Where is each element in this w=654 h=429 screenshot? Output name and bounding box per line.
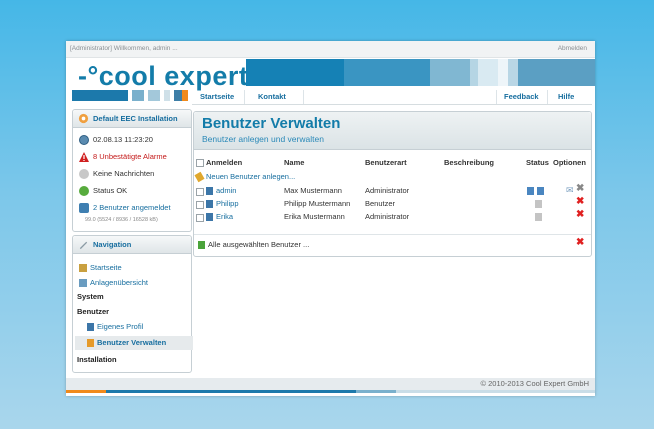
col-status: Status bbox=[526, 158, 549, 167]
navigation-panel: Navigation Startseite Anlagenübersicht S… bbox=[72, 235, 193, 373]
installation-panel: Default EEC Installation 02.08.13 11:23:… bbox=[72, 109, 192, 232]
alarms-row[interactable]: 8 Unbestätigte Alarme bbox=[79, 152, 167, 163]
messages-text: Keine Nachrichten bbox=[93, 169, 155, 178]
logo[interactable]: -°cool expert® bbox=[78, 61, 257, 92]
nav-section-benutzer[interactable]: Benutzer bbox=[77, 307, 109, 316]
copyright-text: © 2010-2013 Cool Expert GmbH bbox=[480, 379, 590, 388]
nav-link-manage-users[interactable]: Benutzer Verwalten bbox=[87, 338, 167, 348]
mail-icon[interactable]: ✉ bbox=[566, 185, 574, 196]
row-type: Administrator bbox=[365, 186, 410, 195]
status-ok-icon bbox=[79, 186, 89, 197]
delete-icon[interactable]: ✖ bbox=[576, 183, 584, 194]
users-manage-icon bbox=[87, 339, 94, 348]
table-row[interactable]: Philipp bbox=[206, 199, 239, 209]
row-login[interactable]: admin bbox=[216, 186, 236, 195]
nav-link-startseite-label: Startseite bbox=[90, 263, 122, 272]
arrow-icon bbox=[198, 241, 205, 250]
memory-text: 99.0 (5524 / 8936 / 16528 kB) bbox=[85, 217, 158, 223]
new-user-label: Neuen Benutzer anlegen... bbox=[206, 172, 296, 181]
nav-hilfe[interactable]: Hilfe bbox=[558, 92, 574, 101]
navigation-title: Navigation bbox=[93, 240, 132, 249]
nav-link-anlagenuebersicht-label: Anlagenübersicht bbox=[90, 278, 148, 287]
installation-panel-header: Default EEC Installation bbox=[73, 110, 191, 128]
logo-text: -°cool expert bbox=[78, 61, 249, 91]
nav-feedback[interactable]: Feedback bbox=[504, 92, 539, 101]
bulk-action-label: Alle ausgewählten Benutzer ... bbox=[208, 240, 310, 249]
status-offline-icon bbox=[535, 212, 545, 222]
col-benutzerart: Benutzerart bbox=[365, 158, 407, 167]
footer: © 2010-2013 Cool Expert GmbH bbox=[66, 378, 595, 390]
nav-link-profile-label: Eigenes Profil bbox=[97, 322, 144, 331]
col-beschreibung: Beschreibung bbox=[444, 158, 495, 167]
nav-section-system[interactable]: System bbox=[77, 292, 104, 301]
row-login[interactable]: Erika bbox=[216, 212, 233, 221]
bulk-delete-icon[interactable]: ✖ bbox=[576, 237, 584, 248]
top-bar: [Administrator] Willkommen, admin ... Ab… bbox=[66, 41, 595, 58]
new-user-icon bbox=[194, 171, 205, 183]
footer-stripe bbox=[66, 390, 595, 393]
navigation-panel-header: Navigation bbox=[73, 236, 191, 254]
row-name: Max Mustermann bbox=[284, 186, 342, 195]
status-offline-icon bbox=[535, 199, 545, 209]
app-window: [Administrator] Willkommen, admin ... Ab… bbox=[66, 41, 595, 396]
row-login[interactable]: Philipp bbox=[216, 199, 239, 208]
nav-link-manage-users-label: Benutzer Verwalten bbox=[97, 338, 167, 347]
status-online-icon bbox=[527, 186, 547, 196]
pencil-icon bbox=[79, 241, 88, 250]
page-subtitle: Benutzer anlegen und verwalten bbox=[202, 134, 324, 144]
col-name: Name bbox=[284, 158, 305, 167]
welcome-text: [Administrator] Willkommen, admin ... bbox=[70, 45, 178, 52]
status-row: Status OK bbox=[79, 186, 128, 197]
main-header: Benutzer Verwalten Benutzer anlegen und … bbox=[194, 112, 591, 150]
nav-startseite[interactable]: Startseite bbox=[200, 92, 234, 101]
new-user-link[interactable]: Neuen Benutzer anlegen... bbox=[194, 171, 296, 183]
nav-link-startseite[interactable]: Startseite bbox=[79, 263, 122, 273]
status-text: Status OK bbox=[93, 186, 128, 195]
main-panel: Benutzer Verwalten Benutzer anlegen und … bbox=[193, 111, 592, 257]
row-checkbox[interactable] bbox=[196, 214, 204, 222]
top-navigation: Startseite Kontakt Feedback Hilfe bbox=[192, 90, 592, 105]
table-row[interactable]: Erika bbox=[206, 212, 233, 222]
datetime-text: 02.08.13 11:23:20 bbox=[93, 135, 153, 144]
row-checkbox[interactable] bbox=[196, 201, 204, 209]
logout-link[interactable]: Abmelden bbox=[558, 45, 587, 52]
nav-section-installation[interactable]: Installation bbox=[77, 355, 117, 364]
col-optionen: Optionen bbox=[553, 158, 586, 167]
header-banner bbox=[246, 59, 595, 86]
message-icon bbox=[79, 169, 89, 180]
user-icon bbox=[206, 187, 213, 196]
header-stripes bbox=[72, 90, 188, 101]
nav-link-profile[interactable]: Eigenes Profil bbox=[87, 322, 144, 332]
installation-icon bbox=[78, 113, 89, 124]
overview-icon bbox=[79, 279, 87, 288]
select-all-checkbox[interactable] bbox=[196, 159, 204, 167]
delete-icon[interactable]: ✖ bbox=[576, 196, 584, 207]
nav-link-anlagenuebersicht[interactable]: Anlagenübersicht bbox=[79, 278, 148, 288]
home-icon bbox=[79, 264, 87, 273]
nav-kontakt[interactable]: Kontakt bbox=[258, 92, 286, 101]
warning-icon bbox=[79, 152, 89, 163]
users-row[interactable]: 2 Benutzer angemeldet bbox=[79, 203, 171, 214]
bulk-action-link[interactable]: Alle ausgewählten Benutzer ... bbox=[198, 240, 310, 250]
row-name: Philipp Mustermann bbox=[284, 199, 351, 208]
row-type: Administrator bbox=[365, 212, 410, 221]
row-type: Benutzer bbox=[365, 199, 396, 208]
divider bbox=[194, 234, 591, 235]
messages-row: Keine Nachrichten bbox=[79, 169, 155, 180]
table-row[interactable]: admin bbox=[206, 186, 236, 196]
row-checkbox[interactable] bbox=[196, 188, 204, 196]
alarms-link[interactable]: 8 Unbestätigte Alarme bbox=[93, 152, 167, 161]
row-name: Erika Mustermann bbox=[284, 212, 345, 221]
user-icon bbox=[206, 200, 213, 209]
col-anmelden: Anmelden bbox=[206, 158, 243, 167]
users-link[interactable]: 2 Benutzer angemeldet bbox=[93, 203, 171, 212]
installation-title: Default EEC Installation bbox=[93, 114, 178, 123]
users-icon bbox=[79, 203, 89, 214]
delete-icon[interactable]: ✖ bbox=[576, 209, 584, 220]
user-icon bbox=[206, 213, 213, 222]
datetime-row: 02.08.13 11:23:20 bbox=[79, 135, 153, 146]
clock-icon bbox=[79, 135, 89, 146]
page-title: Benutzer Verwalten bbox=[202, 115, 341, 132]
user-icon bbox=[87, 323, 94, 332]
